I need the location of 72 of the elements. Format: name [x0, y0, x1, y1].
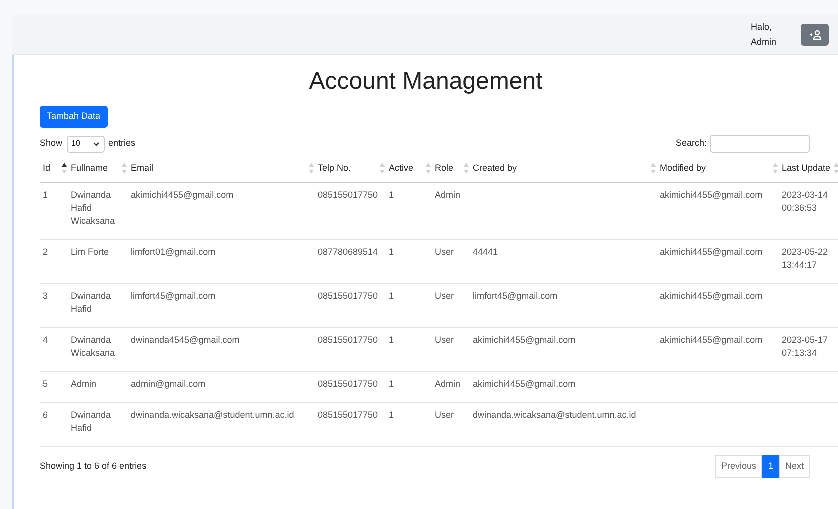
- table-cell: 6: [43, 410, 48, 420]
- entries-label: entries: [108, 137, 136, 150]
- table-cell: 2023-05-17 07:13:34: [782, 335, 828, 358]
- table-cell: User: [435, 247, 454, 257]
- column-header[interactable]: Id: [40, 161, 68, 182]
- table-cell: User: [435, 410, 454, 420]
- table-cell: limfort45@gmail.com: [131, 291, 216, 301]
- user-icon: [808, 30, 822, 40]
- pagination-button[interactable]: 1: [762, 455, 780, 478]
- table-cell: 2: [43, 247, 48, 257]
- table-cell: dwinanda.wicaksana@student.umn.ac.id: [473, 410, 636, 420]
- table-cell: 085155017750: [318, 190, 378, 200]
- pagination-button[interactable]: Previous: [715, 455, 762, 478]
- column-header[interactable]: Created by: [470, 161, 657, 182]
- table-cell: admin@gmail.com: [131, 379, 206, 389]
- table-cell: 5: [43, 379, 48, 389]
- search-label: Search:: [676, 137, 707, 150]
- table-cell: 1: [389, 335, 394, 345]
- table-cell: Lim Forte: [71, 247, 110, 257]
- table-cell: 085155017750: [318, 379, 378, 389]
- show-label: Show: [40, 137, 63, 150]
- table-cell: 1: [389, 379, 394, 389]
- table-cell: 087780689514: [318, 247, 378, 257]
- table-cell: 4: [43, 335, 48, 345]
- table-cell: 2023-05-22 13:44:17: [782, 247, 828, 270]
- table-cell: 1: [389, 410, 394, 420]
- table-cell: 2023-03-14 00:36:53: [782, 190, 828, 213]
- table-cell: akimichi4455@gmail.com: [473, 379, 576, 389]
- table-cell: 085155017750: [318, 335, 378, 345]
- column-header[interactable]: Active: [386, 161, 432, 182]
- table-cell: Dwinanda Hafid: [71, 410, 112, 433]
- page-title: Account Management: [308, 67, 544, 97]
- table-cell: 1: [389, 291, 394, 301]
- table-cell: akimichi4455@gmail.com: [473, 335, 576, 345]
- column-header[interactable]: Email: [128, 161, 315, 182]
- greeting-text: Halo, Admin: [751, 20, 778, 48]
- table-cell: Dwinanda Hafid Wicaksana: [71, 190, 116, 226]
- table-cell: User: [435, 335, 454, 345]
- add-data-button[interactable]: Tambah Data: [40, 106, 108, 128]
- table-cell: Admin: [435, 379, 461, 389]
- table-cell: akimichi4455@gmail.com: [660, 247, 763, 257]
- chevron-down-icon: [92, 142, 100, 146]
- column-header[interactable]: Role: [432, 161, 470, 182]
- table-info-text: Showing 1 to 6 of 6 entries: [40, 460, 147, 473]
- table-cell: dwinanda.wicaksana@student.umn.ac.id: [131, 410, 294, 420]
- table-cell: 085155017750: [318, 410, 378, 420]
- table-cell: akimichi4455@gmail.com: [660, 291, 763, 301]
- table-cell: 44441: [473, 247, 498, 257]
- column-header[interactable]: Last Update: [779, 161, 838, 182]
- table-cell: 1: [389, 247, 394, 257]
- entries-select[interactable]: 10: [66, 136, 105, 152]
- pagination-button[interactable]: Next: [779, 455, 810, 478]
- table-cell: 1: [43, 190, 48, 200]
- table-cell: 1: [389, 190, 394, 200]
- table-cell: akimichi4455@gmail.com: [660, 335, 763, 345]
- table-cell: Admin: [71, 379, 97, 389]
- table-cell: Dwinanda Hafid: [71, 291, 112, 314]
- table-cell: 3: [43, 291, 48, 301]
- table-cell: akimichi4455@gmail.com: [660, 190, 763, 200]
- table-cell: User: [435, 291, 454, 301]
- table-cell: limfort45@gmail.com: [473, 291, 558, 301]
- column-header[interactable]: Telp No.: [315, 161, 386, 182]
- table-cell: Admin: [435, 190, 461, 200]
- table-cell: akimichi4455@gmail.com: [131, 190, 234, 200]
- column-header[interactable]: Fullname: [68, 161, 128, 182]
- user-menu-button[interactable]: [801, 24, 829, 46]
- table-cell: limfort01@gmail.com: [131, 247, 216, 257]
- table-cell: dwinanda4545@gmail.com: [131, 335, 240, 345]
- column-header[interactable]: Modified by: [657, 161, 779, 182]
- table-cell: Dwinanda Wicaksana: [71, 335, 116, 358]
- search-field[interactable]: [710, 135, 810, 153]
- table-cell: 085155017750: [318, 291, 378, 301]
